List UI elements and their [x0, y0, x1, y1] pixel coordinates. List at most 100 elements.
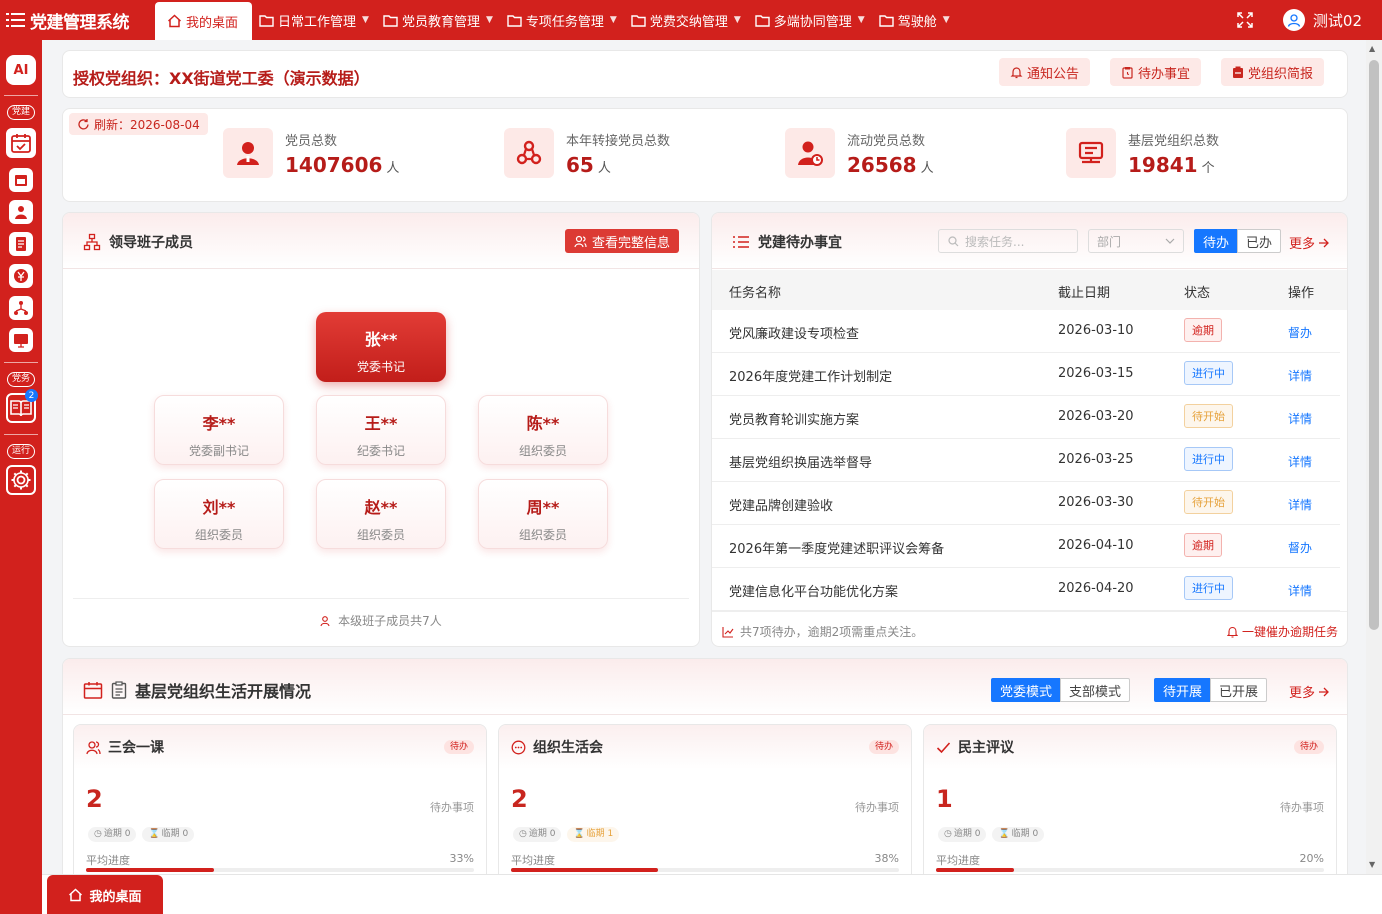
toggle-to-be-held[interactable]: 待开展	[1154, 678, 1212, 702]
detail-link[interactable]: 详情	[1288, 453, 1312, 470]
toggle-done[interactable]: 已办	[1237, 229, 1282, 253]
life-card-title: 三会一课	[86, 737, 164, 757]
status-badge: 待开始	[1184, 404, 1233, 428]
nav-tab-desktop[interactable]: 我的桌面	[155, 2, 253, 40]
toggle-held[interactable]: 已开展	[1210, 678, 1268, 702]
stat-label: 本年转接党员总数	[566, 133, 671, 149]
home-icon	[68, 888, 83, 902]
menu-icon[interactable]	[6, 12, 26, 28]
arrow-right-icon	[1318, 687, 1329, 697]
notice-button[interactable]: 通知公告	[999, 58, 1091, 86]
detail-link[interactable]: 详情	[1288, 582, 1312, 599]
task-date: 2026-03-10	[1058, 323, 1134, 338]
table-row[interactable]: 党风廉政建设专项检查 2026-03-10 逾期 督办	[712, 310, 1340, 353]
sidebar-item-documents[interactable]	[9, 232, 33, 256]
progress-percent: 33%	[449, 852, 474, 865]
sidebar-item-schedule[interactable]	[9, 168, 33, 192]
scroll-down-icon[interactable]: ▼	[1369, 860, 1375, 869]
department-select[interactable]: 部门	[1088, 229, 1184, 253]
folder-icon	[631, 14, 646, 27]
todo-button[interactable]: 待办事宜	[1110, 58, 1202, 86]
nav-tab-daily-work[interactable]: 日常工作管理 ▼	[252, 0, 376, 40]
sidebar-group-party: 党建	[7, 105, 35, 120]
folder-icon	[507, 14, 522, 27]
scroll-up-icon[interactable]: ▲	[1369, 44, 1375, 53]
member-card[interactable]: 赵** 组织委员	[316, 479, 446, 549]
urge-overdue-button[interactable]: 一键催办逾期任务	[1226, 623, 1338, 640]
member-name: 赵**	[364, 498, 398, 517]
nav-tab-member-education[interactable]: 党员教育管理 ▼	[376, 0, 500, 40]
sidebar-item-members[interactable]	[9, 200, 33, 224]
member-card-secretary[interactable]: 张** 党委书记	[316, 312, 446, 382]
stat-value: 26568	[847, 152, 917, 177]
task-search-input[interactable]: 搜索任务...	[938, 229, 1078, 253]
sidebar-item-network[interactable]	[9, 296, 33, 320]
todo-button-label: 待办事宜	[1138, 66, 1191, 82]
detail-link[interactable]: 详情	[1288, 410, 1312, 427]
table-row[interactable]: 党建品牌创建验收 2026-03-30 待开始 详情	[712, 482, 1340, 525]
todo-count: 2	[86, 785, 103, 813]
more-label: 更多	[1289, 237, 1316, 252]
scrollbar-thumb[interactable]	[1369, 60, 1379, 630]
nav-tab-cockpit[interactable]: 驾驶舱 ▼	[872, 0, 957, 40]
todo-label: 待办事项	[855, 801, 899, 814]
supervise-link[interactable]: 督办	[1288, 324, 1312, 341]
nav-tab-special-task[interactable]: 专项任务管理 ▼	[500, 0, 624, 40]
life-card-three-meetings[interactable]: 三会一课 待办 2 待办事项 ◷ 逾期 0 ⌛ 临期 0 平均进度 33%	[73, 724, 487, 884]
document-icon	[13, 236, 29, 252]
fullscreen-icon[interactable]	[1237, 12, 1253, 28]
life-card-democratic-review[interactable]: 民主评议 待办 1 待办事项 ◷ 逾期 0 ⌛ 临期 0 平均进度 20%	[923, 724, 1337, 884]
member-card[interactable]: 王** 纪委书记	[316, 395, 446, 465]
nav-tab-collaboration[interactable]: 多端协同管理 ▼	[748, 0, 872, 40]
member-card[interactable]: 陈** 组织委员	[478, 395, 608, 465]
tasks-title-text: 党建待办事宜	[758, 235, 842, 251]
calendar-check-icon	[10, 132, 32, 154]
table-row[interactable]: 2026年度党建工作计划制定 2026-03-15 进行中 详情	[712, 353, 1340, 396]
table-row[interactable]: 党建信息化平台功能优化方案 2026-04-20 进行中 详情	[712, 568, 1340, 611]
sidebar-item-settings[interactable]	[6, 465, 36, 495]
life-card-org-life-meeting[interactable]: 组织生活会 待办 2 待办事项 ◷ 逾期 0 ⌛ 临期 1 平均进度 38%	[498, 724, 912, 884]
member-role: 党委副书记	[188, 444, 249, 458]
user-name: 测试02	[1312, 11, 1362, 30]
user-menu[interactable]: 测试02	[1282, 9, 1362, 31]
table-row[interactable]: 2026年第一季度党建述职评议会筹备 2026-04-10 逾期 督办	[712, 525, 1340, 568]
toggle-todo[interactable]: 待办	[1194, 229, 1239, 253]
overdue-chip: ◷ 逾期 0	[513, 827, 562, 842]
search-icon	[948, 235, 959, 247]
life-card-title: 民主评议	[936, 737, 1014, 757]
briefing-button[interactable]: 党组织简报	[1221, 58, 1325, 86]
toggle-party-committee-mode[interactable]: 党委模式	[991, 678, 1062, 702]
tasks-more-link[interactable]: 更多	[1289, 233, 1329, 252]
leaders-footer: 本级班子成员共7人	[73, 598, 689, 638]
sidebar-item-screen[interactable]	[9, 328, 33, 352]
progress-track	[936, 868, 1324, 872]
nav-tab-party-fee[interactable]: 党费交纳管理 ▼	[624, 0, 748, 40]
scrollbar[interactable]: ▲ ▼	[1366, 40, 1382, 874]
org-title: 授权党组织：XX街道党工委（演示数据）	[73, 69, 370, 88]
refresh-button[interactable]: 刷新：2026-08-04	[69, 113, 208, 135]
detail-link[interactable]: 详情	[1288, 367, 1312, 384]
app-logo[interactable]: 党建管理系统	[0, 0, 155, 40]
table-row[interactable]: 基层党组织换届选举督导 2026-03-25 进行中 详情	[712, 439, 1340, 482]
bottom-tab-desktop[interactable]: 我的桌面	[47, 875, 163, 914]
life-more-link[interactable]: 更多	[1289, 682, 1329, 701]
sidebar-item-calendar[interactable]	[6, 128, 36, 158]
top-right-tools: 测试02	[1237, 0, 1382, 40]
table-row[interactable]: 党员教育轮训实施方案 2026-03-20 待开始 详情	[712, 396, 1340, 439]
toggle-branch-mode[interactable]: 支部模式	[1060, 678, 1131, 702]
sidebar-item-book[interactable]: 2	[6, 389, 38, 423]
member-card[interactable]: 李** 党委副书记	[154, 395, 284, 465]
ai-assistant-button[interactable]: AI	[6, 55, 36, 85]
member-card[interactable]: 周** 组织委员	[478, 479, 608, 549]
folder-icon	[755, 14, 770, 27]
view-full-info-button[interactable]: 查看完整信息	[564, 229, 679, 253]
progress-fill	[936, 868, 1014, 872]
member-role: 组织委员	[194, 528, 243, 542]
member-card[interactable]: 刘** 组织委员	[154, 479, 284, 549]
sidebar-item-fees[interactable]	[9, 264, 33, 288]
near-due-chip: ⌛ 临期 0	[142, 827, 195, 842]
supervise-link[interactable]: 督办	[1288, 539, 1312, 556]
overdue-chip: ◷ 逾期 0	[88, 827, 137, 842]
detail-link[interactable]: 详情	[1288, 496, 1312, 513]
tasks-footer: 共7项待办，逾期2项需重点关注。 一键催办逾期任务	[712, 611, 1347, 646]
